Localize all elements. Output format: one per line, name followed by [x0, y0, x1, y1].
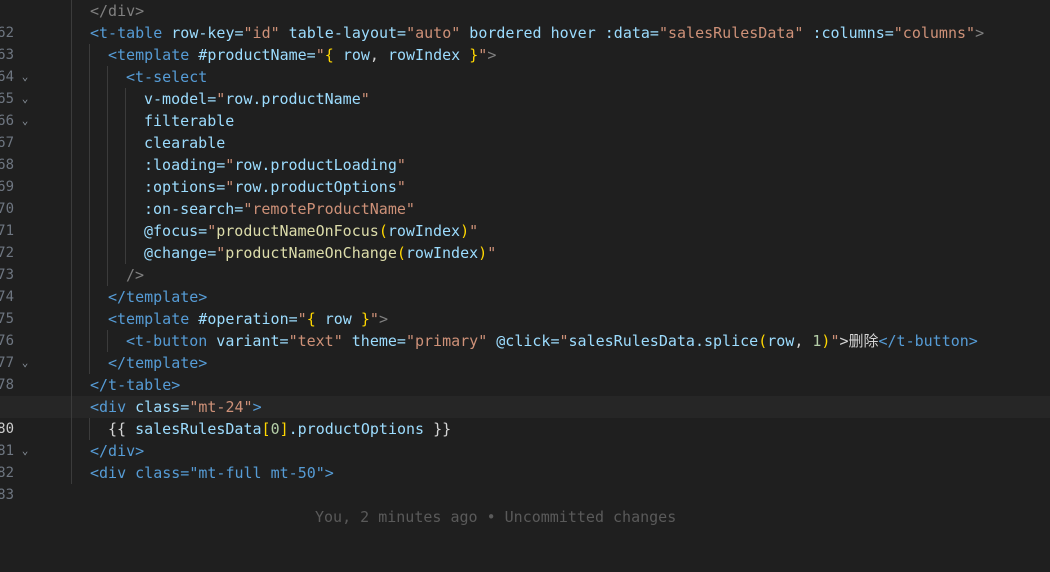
code-text: </template>: [108, 288, 208, 306]
code-line[interactable]: 77 <t-button variant="text" theme="prima…: [0, 330, 1050, 371]
code-line[interactable]: 69 :loading="row.productLoading": [0, 154, 1050, 195]
code-text: <template #productName="{ row, rowIndex …: [108, 46, 497, 64]
code-line[interactable]: 64 ⌄ <template #productName="{ row, rowI…: [0, 44, 1050, 105]
code-line[interactable]: 76 ⌄ <template #operation="{ row }">: [0, 308, 1050, 369]
code-text: :loading="row.productLoading": [144, 156, 406, 174]
code-line[interactable]: 66 v-model="row.productName": [0, 88, 1050, 129]
line-number: 83: [0, 487, 14, 503]
code-line[interactable]: 65 ⌄ <t-select: [0, 66, 1050, 127]
code-text: <template #operation="{ row }">: [108, 310, 388, 328]
code-text: clearable: [144, 134, 226, 152]
code-text: </t-table>: [90, 376, 181, 394]
code-line[interactable]: 72 @focus="productNameOnFocus(rowIndex)": [0, 220, 1050, 261]
code-line[interactable]: 83 <div class="mt-full mt-50">: [0, 462, 1050, 503]
code-text: :options="row.productOptions": [144, 178, 406, 196]
code-line[interactable]: 71 :on-search="remoteProductName": [0, 198, 1050, 239]
code-line[interactable]: 78 </template>: [0, 352, 1050, 393]
code-text: :on-search="remoteProductName": [144, 200, 415, 218]
git-blame-annotation: You, 2 minutes ago • Uncommitted changes: [315, 508, 677, 526]
code-text: @focus="productNameOnFocus(rowIndex)": [144, 222, 479, 240]
code-text: <t-button variant="text" theme="primary"…: [126, 332, 978, 350]
code-line[interactable]: 62 </div>: [0, 0, 1050, 41]
code-text: </template>: [108, 354, 208, 372]
code-line[interactable]: 70 :options="row.productOptions": [0, 176, 1050, 217]
code-editor[interactable]: 62 </div> 63 ⌄ <t-table row-key="id" tab…: [0, 0, 1050, 526]
code-text: v-model="row.productName": [144, 90, 370, 108]
code-text: filterable: [144, 112, 235, 130]
code-line[interactable]: 63 ⌄ <t-table row-key="id" table-layout=…: [0, 22, 1050, 83]
code-text: <t-select: [126, 68, 208, 86]
code-line[interactable]: 75 </template>: [0, 286, 1050, 327]
code-text: <div class="mt-24">: [90, 398, 262, 416]
code-text: <div class="mt-full mt-50">: [90, 464, 334, 482]
code-text: <t-table row-key="id" table-layout="auto…: [90, 24, 985, 42]
code-line[interactable]: 79 </t-table>: [0, 374, 1050, 415]
code-line[interactable]: 68 clearable: [0, 132, 1050, 173]
code-text: </div>: [90, 2, 145, 20]
code-line[interactable]: 74 />: [0, 264, 1050, 305]
code-line[interactable]: 67 filterable: [0, 110, 1050, 151]
code-text: />: [126, 266, 145, 284]
code-text: {{ salesRulesData[0].productOptions }}: [108, 420, 452, 438]
code-line[interactable]: 81 {{ salesRulesData[0].productOptions }…: [0, 418, 1050, 459]
code-line-active[interactable]: 80 ⌄ <div class="mt-24"> You, 2 minutes …: [0, 396, 1050, 526]
code-line[interactable]: 73 @change="productNameOnChange(rowIndex…: [0, 242, 1050, 283]
code-text: @change="productNameOnChange(rowIndex)": [144, 244, 497, 262]
code-line[interactable]: 82 </div>: [0, 440, 1050, 481]
code-text: </div>: [90, 442, 145, 460]
